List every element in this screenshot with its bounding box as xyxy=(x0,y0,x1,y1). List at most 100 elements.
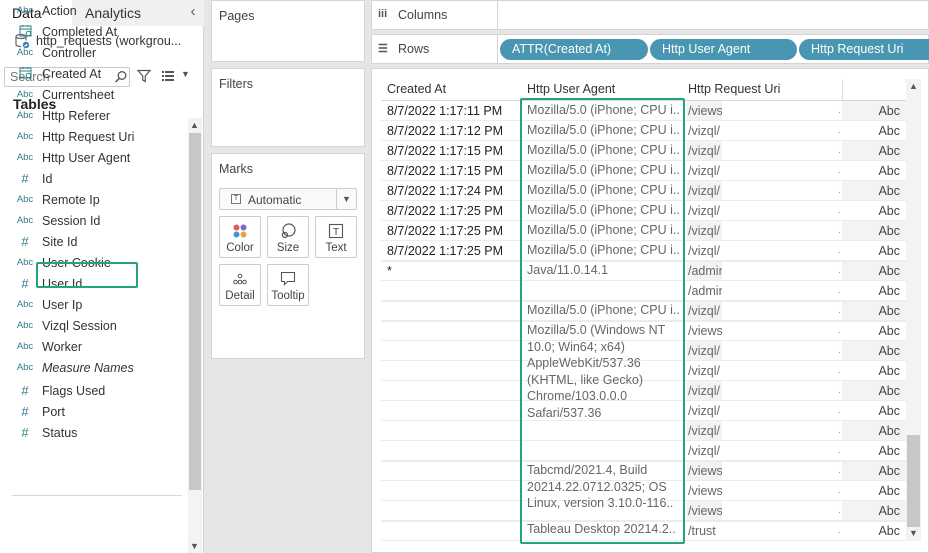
request-uri-cell[interactable]: /views xyxy=(688,104,722,118)
string-field-icon: Abc xyxy=(16,320,34,331)
abc-cell[interactable]: Abc xyxy=(842,284,906,298)
header-http-user-agent[interactable]: Http User Agent xyxy=(527,82,615,96)
abc-cell[interactable]: Abc xyxy=(842,204,906,218)
request-uri-cell[interactable]: /vizql/ xyxy=(688,164,722,178)
filters-shelf[interactable]: Filters xyxy=(211,68,365,147)
size-button[interactable]: Size xyxy=(267,216,309,258)
field-item[interactable]: Abc Http User Agent xyxy=(0,147,188,168)
request-uri-cell[interactable]: /vizql/ xyxy=(688,224,722,238)
abc-cell[interactable]: Abc xyxy=(842,164,906,178)
abc-cell[interactable]: Abc xyxy=(842,184,906,198)
field-item[interactable]: Abc Currentsheet xyxy=(0,84,188,105)
abc-cell[interactable]: Abc xyxy=(842,244,906,258)
detail-button[interactable]: Detail xyxy=(219,264,261,306)
created-at-cell[interactable]: 8/7/2022 1:17:25 PM xyxy=(387,204,517,218)
field-label: Http Request Uri xyxy=(42,129,135,144)
created-at-cell[interactable]: 8/7/2022 1:17:24 PM xyxy=(387,184,517,198)
field-item[interactable]: Abc Session Id xyxy=(0,210,188,231)
request-uri-cell[interactable]: /vizql/ xyxy=(688,124,722,138)
abc-cell[interactable]: Abc xyxy=(842,424,906,438)
abc-cell[interactable]: Abc xyxy=(842,304,906,318)
created-at-cell[interactable]: 8/7/2022 1:17:11 PM xyxy=(387,104,517,118)
collapse-pane-icon[interactable]: ‹ xyxy=(186,2,200,22)
request-uri-cell[interactable]: /vizql/ xyxy=(688,204,722,218)
field-item[interactable]: Abc Measure Names xyxy=(0,357,188,378)
created-at-cell[interactable]: 8/7/2022 1:17:12 PM xyxy=(387,124,517,138)
field-item[interactable]: # Status xyxy=(0,422,188,443)
abc-cell[interactable]: Abc xyxy=(842,504,906,518)
pill-created-at[interactable]: ATTR(Created At) xyxy=(500,39,648,60)
field-label: Flags Used xyxy=(42,383,106,398)
request-uri-cell[interactable]: /vizql/ xyxy=(688,304,722,318)
request-uri-cell[interactable]: /vizql/ xyxy=(688,144,722,158)
number-field-icon: # xyxy=(21,276,29,291)
field-item[interactable]: # Flags Used xyxy=(0,380,188,401)
field-item[interactable]: Completed At xyxy=(0,21,188,42)
created-at-cell[interactable]: * xyxy=(387,264,517,278)
request-uri-cell[interactable]: /vizql/ xyxy=(688,184,722,198)
field-item[interactable]: Abc Remote Ip xyxy=(0,189,188,210)
scroll-down-icon[interactable]: ▼ xyxy=(909,528,918,538)
request-uri-cell[interactable]: /vizql/ xyxy=(688,244,722,258)
created-at-cell[interactable]: 8/7/2022 1:17:25 PM xyxy=(387,224,517,238)
abc-cell[interactable]: Abc xyxy=(842,324,906,338)
created-at-cell[interactable]: 8/7/2022 1:17:15 PM xyxy=(387,164,517,178)
string-field-icon: Abc xyxy=(16,299,34,310)
field-item[interactable]: # Port xyxy=(0,401,188,422)
request-uri-cell[interactable]: /vizql/ xyxy=(688,404,722,418)
tooltip-button[interactable]: Tooltip xyxy=(267,264,309,306)
request-uri-cell[interactable]: /vizql/ xyxy=(688,344,722,358)
field-item[interactable]: Abc Action xyxy=(0,0,188,21)
abc-cell[interactable]: Abc xyxy=(842,384,906,398)
scroll-down-icon[interactable]: ▼ xyxy=(190,541,199,551)
field-item[interactable]: Abc Http Referer xyxy=(0,105,188,126)
field-item[interactable]: Abc Vizql Session xyxy=(0,315,188,336)
request-uri-cell[interactable]: /vizql/ xyxy=(688,444,722,458)
abc-cell[interactable]: Abc xyxy=(842,484,906,498)
header-http-request-uri[interactable]: Http Request Uri xyxy=(688,82,780,96)
field-item[interactable]: Abc Worker xyxy=(0,336,188,357)
abc-cell[interactable]: Abc xyxy=(842,224,906,238)
view-scroll-thumb[interactable] xyxy=(907,435,920,527)
text-button[interactable]: T Text xyxy=(315,216,357,258)
pill-http-request-uri[interactable]: Http Request Uri xyxy=(799,39,929,60)
abc-cell[interactable]: Abc xyxy=(842,144,906,158)
abc-cell[interactable]: Abc xyxy=(842,104,906,118)
request-uri-cell[interactable]: /views xyxy=(688,324,722,338)
scroll-up-icon[interactable]: ▲ xyxy=(190,120,199,130)
header-created-at[interactable]: Created At xyxy=(387,82,446,96)
abc-cell[interactable]: Abc xyxy=(842,364,906,378)
mark-type-dropdown[interactable]: T Automatic ▼ xyxy=(219,188,357,210)
request-uri-cell[interactable]: /admin xyxy=(688,284,722,298)
request-uri-cell[interactable]: /vizql/ xyxy=(688,384,722,398)
abc-cell[interactable]: Abc xyxy=(842,344,906,358)
field-item[interactable]: # Id xyxy=(0,168,188,189)
field-item[interactable]: Created At xyxy=(0,63,188,84)
created-at-cell[interactable]: 8/7/2022 1:17:25 PM xyxy=(387,244,517,258)
abc-cell[interactable]: Abc xyxy=(842,524,906,538)
scroll-up-icon[interactable]: ▲ xyxy=(909,81,918,91)
rows-shelf[interactable]: ☰ Rows ATTR(Created At) Http User Agent … xyxy=(371,34,929,64)
color-button[interactable]: Color xyxy=(219,216,261,258)
request-uri-cell[interactable]: /vizql/ xyxy=(688,424,722,438)
request-uri-cell[interactable]: /views xyxy=(688,504,722,518)
request-uri-cell[interactable]: /admin xyxy=(688,264,722,278)
abc-cell[interactable]: Abc xyxy=(842,264,906,278)
request-uri-cell[interactable]: /views xyxy=(688,464,722,478)
request-uri-cell[interactable]: /views xyxy=(688,484,722,498)
field-item[interactable]: Abc User Ip xyxy=(0,294,188,315)
pill-http-user-agent[interactable]: Http User Agent xyxy=(650,39,797,60)
field-list-scroll-thumb[interactable] xyxy=(189,133,201,490)
request-uri-cell[interactable]: /trust xyxy=(688,524,722,538)
created-at-cell[interactable]: 8/7/2022 1:17:15 PM xyxy=(387,144,517,158)
abc-cell[interactable]: Abc xyxy=(842,124,906,138)
pages-shelf[interactable]: Pages xyxy=(211,0,365,62)
abc-cell[interactable]: Abc xyxy=(842,444,906,458)
abc-cell[interactable]: Abc xyxy=(842,464,906,478)
field-item[interactable]: Abc Http Request Uri xyxy=(0,126,188,147)
field-item[interactable]: Abc Controller xyxy=(0,42,188,63)
field-item[interactable]: # Site Id xyxy=(0,231,188,252)
request-uri-cell[interactable]: /vizql/ xyxy=(688,364,722,378)
columns-shelf[interactable]: iii Columns xyxy=(371,0,929,30)
abc-cell[interactable]: Abc xyxy=(842,404,906,418)
